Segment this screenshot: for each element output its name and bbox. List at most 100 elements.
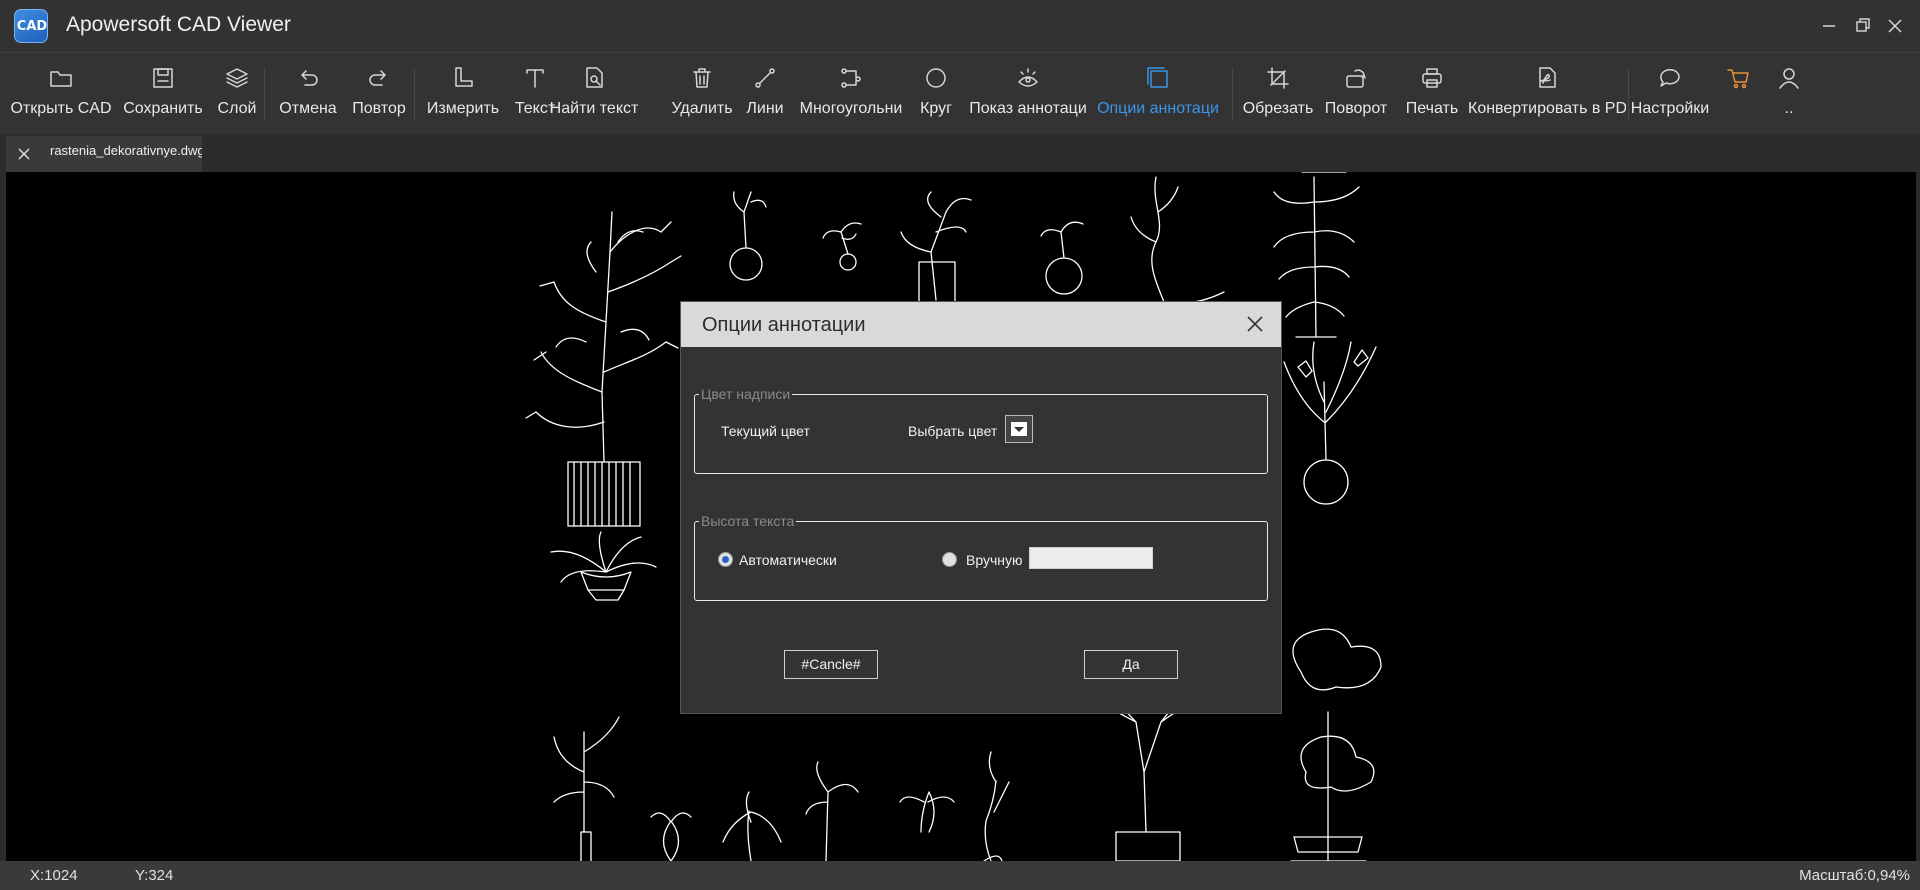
main-toolbar: Открыть CAD Сохранить Слой Отмена Повтор Изме… — [0, 52, 1920, 134]
toolbar-button-rotate[interactable]: Поворот — [1320, 53, 1392, 135]
restore-icon[interactable] — [1850, 13, 1876, 39]
toolbar-button-label: Измерить — [426, 100, 500, 117]
circle-icon — [926, 68, 946, 88]
toolbar-button-line[interactable]: Лини — [740, 53, 790, 135]
toolbar-button-print[interactable]: Печать — [1400, 53, 1464, 135]
manual-height-input[interactable] — [1029, 547, 1153, 569]
toolbar-button-crop[interactable]: Обрезать — [1238, 53, 1318, 135]
redo-icon — [369, 70, 386, 86]
toolbar-separator — [264, 69, 265, 121]
toolbar-button-label: Обрезать — [1242, 100, 1314, 117]
crop-icon — [1267, 67, 1289, 89]
window-close-icon[interactable] — [1882, 13, 1908, 39]
toolbar-button-label: Опции аннотаци — [1097, 100, 1219, 117]
save-icon — [153, 68, 173, 88]
toolbar-button-label: .. — [1784, 100, 1794, 117]
choose-color-label: Выбрать цвет — [908, 423, 998, 439]
document-tab[interactable]: rastenia_dekorativnye.dwg — [6, 136, 202, 172]
cart-icon — [1727, 69, 1749, 89]
color-dropdown-icon — [1011, 422, 1027, 436]
minimize-icon[interactable] — [1816, 13, 1842, 39]
toolbar-button-label: Слой — [217, 100, 257, 117]
text-color-legend: Цвет надписи — [701, 386, 791, 402]
toolbar-button-label: Конвертировать в PD — [1468, 100, 1626, 117]
toolbar-button-label: Найти текст — [549, 100, 639, 117]
toolbar-button-pdf[interactable]: Конвертировать в PD — [1468, 53, 1626, 135]
measure-icon — [455, 67, 473, 87]
zoom-readout: Масштаб:0,94% — [1799, 867, 1910, 884]
toolbar-button-trash[interactable]: Удалить — [666, 53, 738, 135]
plant-drawing — [1273, 172, 1360, 338]
cursor-x-readout: X:1024 — [30, 867, 78, 884]
color-picker-button[interactable] — [1005, 415, 1033, 443]
plant-drawing — [1283, 341, 1377, 505]
toolbar-button-label: Многоугольни — [799, 100, 903, 117]
cursor-y-readout: Y:324 — [135, 867, 174, 884]
toolbar-button-undo[interactable]: Отмена — [272, 53, 344, 135]
document-tab-bar: rastenia_dekorativnye.dwg — [0, 134, 1920, 172]
layers-icon — [226, 68, 248, 88]
plant-drawing — [525, 211, 682, 527]
plant-drawing — [729, 176, 1225, 304]
polygon-icon — [841, 68, 861, 88]
plant-drawing — [1290, 628, 1382, 861]
ok-button[interactable]: Да — [1084, 650, 1178, 679]
toolbar-button-annotation-options[interactable]: Опции аннотаци — [1094, 53, 1222, 135]
annotation-options-icon — [1147, 67, 1168, 88]
annotation-options-dialog: Опции аннотации Цвет надписи Текущий цве… — [681, 302, 1281, 713]
plant-drawing — [553, 716, 1010, 861]
toolbar-button-find-text[interactable]: Найти текст — [534, 53, 654, 135]
toolbar-button-layers[interactable]: Слой — [210, 53, 264, 135]
undo-icon — [301, 70, 318, 86]
toolbar-button-folder[interactable]: Открыть CAD — [6, 53, 116, 135]
trash-icon — [693, 68, 711, 88]
plant-drawing — [550, 531, 657, 601]
auto-height-radio[interactable] — [718, 552, 733, 567]
toolbar-button-save[interactable]: Сохранить — [117, 53, 209, 135]
text-height-legend: Высота текста — [701, 513, 795, 529]
app-title: Apowersoft CAD Viewer — [66, 13, 291, 36]
toolbar-button-label: Печать — [1405, 100, 1459, 117]
toolbar-button-label: Удалить — [671, 100, 733, 117]
pdf-icon — [1539, 67, 1556, 88]
title-bar: CAD Apowersoft CAD Viewer — [0, 0, 1920, 52]
toolbar-button-user[interactable]: .. — [1764, 53, 1814, 135]
toolbar-button-label: Отмена — [279, 100, 337, 117]
toolbar-button-settings-chat[interactable]: Настройки — [1630, 53, 1710, 135]
dialog-header: Опции аннотации — [681, 302, 1281, 347]
toolbar-button-cart[interactable] — [1716, 53, 1760, 135]
line-icon — [755, 68, 775, 88]
toolbar-button-redo[interactable]: Повтор — [346, 53, 412, 135]
print-icon — [1422, 68, 1442, 88]
manual-height-label[interactable]: Вручную — [966, 552, 1023, 568]
toolbar-button-polygon[interactable]: Многоугольни — [796, 53, 906, 135]
tab-close-icon[interactable] — [16, 146, 32, 162]
toolbar-button-show-annotation[interactable]: Показ аннотаци — [966, 53, 1090, 135]
status-bar: X:1024 Y:324 Масштаб:0,94% — [0, 861, 1920, 890]
toolbar-button-label: Показ аннотаци — [969, 100, 1087, 117]
settings-chat-icon — [1660, 68, 1680, 87]
toolbar-separator — [1232, 69, 1233, 121]
toolbar-button-circle[interactable]: Круг — [910, 53, 962, 135]
rotate-icon — [1346, 69, 1366, 88]
toolbar-button-label: Поворот — [1324, 100, 1388, 117]
show-annotation-icon — [1018, 68, 1038, 87]
auto-height-label[interactable]: Автоматически — [739, 552, 837, 568]
app-logo-text: CAD — [16, 19, 48, 34]
toolbar-button-label: Круг — [920, 100, 952, 117]
toolbar-button-label: Настройки — [1630, 100, 1710, 117]
current-color-label: Текущий цвет — [721, 423, 810, 439]
toolbar-button-label: Лини — [746, 100, 784, 117]
dialog-title: Опции аннотации — [702, 314, 866, 336]
cancel-button[interactable]: #Cancle# — [784, 650, 878, 679]
manual-height-radio[interactable] — [942, 552, 957, 567]
user-icon — [1779, 68, 1799, 89]
toolbar-button-label: Открыть CAD — [10, 100, 112, 117]
toolbar-button-measure[interactable]: Измерить — [422, 53, 504, 135]
find-text-icon — [586, 67, 603, 88]
document-tab-title: rastenia_dekorativnye.dwg — [50, 143, 202, 158]
app-logo: CAD — [14, 9, 48, 43]
toolbar-button-label: Сохранить — [123, 100, 203, 117]
dialog-close-icon[interactable] — [1243, 312, 1267, 336]
folder-icon — [50, 71, 72, 87]
